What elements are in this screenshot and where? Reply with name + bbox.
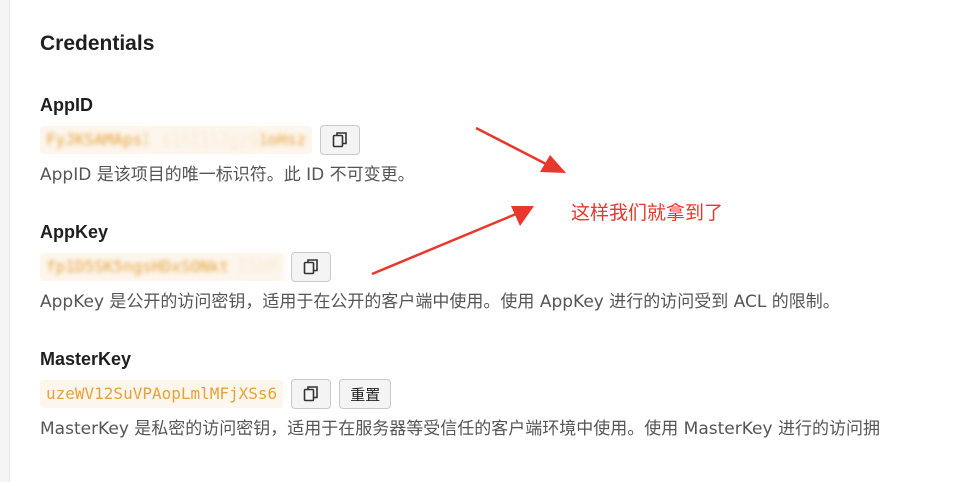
- appkey-value[interactable]: fp1D5SK5ngsHDxSONkt ISbM: [40, 253, 285, 281]
- copy-icon: [303, 259, 318, 275]
- credential-description: AppKey 是公开的访问密钥，适用于在公开的客户端中使用。使用 AppKey …: [40, 292, 840, 312]
- redaction-mask: [145, 128, 260, 152]
- credential-row: fp1D5SK5ngsHDxSONkt ISbM: [40, 250, 968, 284]
- appid-value[interactable]: FyJKSAMApsI s1hI1lJgzS1oHsz: [40, 126, 313, 154]
- credential-label: MasterKey: [40, 349, 132, 369]
- copy-masterkey-button[interactable]: [291, 379, 332, 409]
- credential-description: AppID 是该项目的唯一标识符。此 ID 不可变更。: [40, 165, 415, 185]
- section-title: Credentials: [40, 32, 155, 55]
- credential-row: uzeWV12SuVPAopLmlMFjXSs6 重置: [40, 377, 968, 411]
- copy-icon: [303, 386, 318, 402]
- masterkey-value[interactable]: uzeWV12SuVPAopLmlMFjXSs6: [40, 380, 284, 408]
- copy-appid-button[interactable]: [320, 125, 361, 155]
- copy-appkey-button[interactable]: [291, 252, 332, 282]
- credential-appkey: AppKey fp1D5SK5ngsHDxSONkt ISbM AppKey 是…: [40, 220, 968, 314]
- annotation-text: 这样我们就拿到了: [571, 202, 724, 224]
- credential-appid: AppID FyJKSAMApsI s1hI1lJgzS1oHsz AppID …: [40, 93, 968, 187]
- credential-label: AppKey: [40, 222, 109, 242]
- credential-label: AppID: [40, 95, 93, 115]
- credential-masterkey: MasterKey uzeWV12SuVPAopLmlMFjXSs6 重置 Ma…: [40, 347, 968, 441]
- reset-masterkey-button[interactable]: 重置: [339, 379, 392, 409]
- left-sidebar-edge: [0, 0, 10, 482]
- copy-icon: [332, 132, 347, 148]
- credential-description: MasterKey 是私密的访问密钥，适用于在服务器等受信任的客户端环境中使用。…: [40, 419, 880, 439]
- redaction-mask: [235, 255, 285, 279]
- credential-row: FyJKSAMApsI s1hI1lJgzS1oHsz: [40, 123, 968, 157]
